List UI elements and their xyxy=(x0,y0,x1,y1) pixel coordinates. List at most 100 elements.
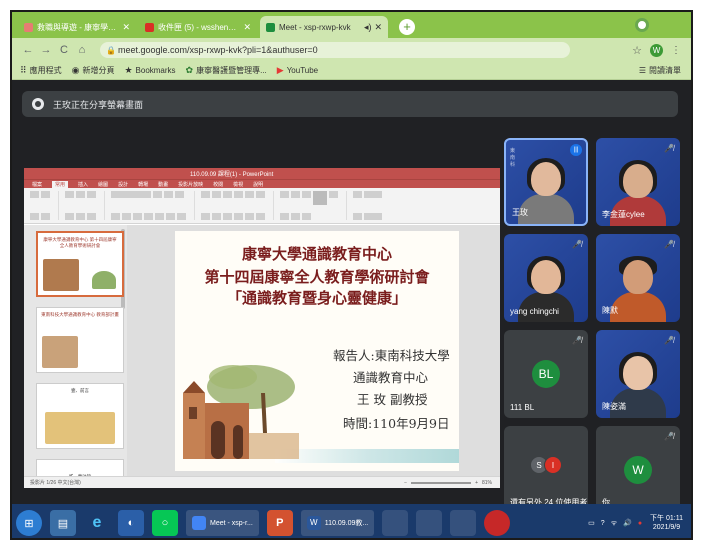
file-explorer-icon[interactable]: ▤ xyxy=(50,510,76,536)
ribbon-tab[interactable]: 檔案 xyxy=(32,181,42,188)
windows-taskbar: ⊞ ▤ e ◐ ○ Meet - xsp-r... P W 110.09.09教… xyxy=(12,504,691,538)
ribbon-tab[interactable]: 投影片放映 xyxy=(178,181,203,188)
participant-tile[interactable]: 🎤̸ 陳姿滿 xyxy=(596,330,680,418)
ribbon-tab[interactable]: 說明 xyxy=(253,181,263,188)
speaking-indicator-icon: ||| xyxy=(570,144,582,156)
thumbnail-image xyxy=(43,259,79,291)
forward-icon[interactable]: → xyxy=(38,44,54,56)
home-icon[interactable]: ⌂ xyxy=(74,44,90,56)
apps-icon: ⠿ xyxy=(20,65,27,75)
taskbar-app-icon[interactable] xyxy=(382,510,409,536)
close-icon[interactable]: ✕ xyxy=(374,22,382,33)
browser-tab[interactable]: 收件匣 (5) - wsshen@gukn.edu... ✕ xyxy=(139,16,257,38)
menu-icon[interactable]: ⋮ xyxy=(671,45,681,56)
browser-tab[interactable]: 救職與導遊 - 康寧學校附屬法人 / 入... ✕ xyxy=(18,16,136,38)
ppt-ribbon-tabs: 檔案 常用 插入 繪圖 設計 轉場 動畫 投影片放映 校閱 檢視 說明 xyxy=(24,179,500,188)
reading-list[interactable]: ☰ 閱讀清單 xyxy=(639,65,681,76)
slide-thumbnails: 康寧大學通識教育中心 第十四屆康寧全人教育學術研討會 東南科技大學通識教育中心 … xyxy=(24,225,127,488)
taskbar-window-chrome[interactable]: Meet - xsp-r... xyxy=(186,510,259,536)
new-tab-button[interactable]: + xyxy=(399,19,415,35)
ribbon-tab[interactable]: 設計 xyxy=(118,181,128,188)
ribbon-tab[interactable]: 常用 xyxy=(52,180,69,188)
bookmark-label: 新增分頁 xyxy=(82,66,115,75)
taskbar-app-icon[interactable] xyxy=(416,510,443,536)
bookmark-label: YouTube xyxy=(286,66,319,75)
slide-title-line: 「通識教育暨身心靈健康」 xyxy=(226,289,407,307)
help-icon[interactable]: ? xyxy=(601,520,605,527)
thumbnail-text: 東南科技大學通識教育中心 教育部計畫 xyxy=(41,312,119,317)
browser-tab-active[interactable]: Meet - xsp-rxwp-kvk ◂) ✕ xyxy=(260,16,388,38)
more-participants-tile[interactable]: S I 還有另外 24 位使用者 xyxy=(504,426,588,514)
volume-icon[interactable]: 🔊 xyxy=(623,519,632,527)
zoom-out-icon[interactable]: − xyxy=(404,480,407,486)
speaker-icon[interactable]: ◂) xyxy=(364,22,372,33)
ribbon-tab[interactable]: 檢視 xyxy=(233,181,243,188)
current-slide[interactable]: 康寧大學通識教育中心 第十四屆康寧全人教育學術研討會 「通識教育暨身心靈健康」 … xyxy=(175,231,459,471)
mic-muted-icon: 🎤̸ xyxy=(664,240,674,249)
chrome-icon xyxy=(192,516,206,530)
zoom-in-icon[interactable]: + xyxy=(475,480,478,486)
ribbon-tab[interactable]: 繪圖 xyxy=(98,181,108,188)
bookmark-newtab[interactable]: ◉ 新增分頁 xyxy=(72,65,115,76)
participant-avatar: BL xyxy=(532,360,560,388)
speaker-line: 通識教育中心 xyxy=(353,370,429,385)
slide-thumbnail[interactable]: 東南科技大學通識教育中心 教育部計畫 xyxy=(36,307,124,373)
ribbon-tab[interactable]: 插入 xyxy=(78,181,88,188)
media-icon[interactable]: ◐ xyxy=(118,510,144,536)
close-icon[interactable]: ✕ xyxy=(243,22,251,33)
word-icon: W xyxy=(306,516,321,530)
ppt-status-bar: 投影片 1/26 中文(台灣) − + 81% xyxy=(24,476,500,488)
participant-tile[interactable]: 東南科 ||| 王玫 xyxy=(504,138,588,226)
back-icon[interactable]: ← xyxy=(20,44,36,56)
powerpoint-icon[interactable]: P xyxy=(266,510,293,536)
address-bar[interactable]: 🔒 meet.google.com/xsp-rxwp-kvk?pli=1&aut… xyxy=(100,42,570,58)
bookmark-apps[interactable]: ⠿ 應用程式 xyxy=(20,65,62,76)
ribbon-group-font xyxy=(111,191,195,220)
bookmarks-bar: ⠿ 應用程式 ◉ 新增分頁 ★ Bookmarks ✿ 康寧醫護暨管理專... ▶ You… xyxy=(12,62,691,80)
ribbon-tab[interactable]: 校閱 xyxy=(213,181,223,188)
keyboard-icon[interactable]: ▭ xyxy=(588,519,595,527)
slide-editor: 康寧大學通識教育中心 第十四屆康寧全人教育學術研討會 「通識教育暨身心靈健康」 … xyxy=(127,225,500,476)
presenting-text: 王玫正在分享螢幕畫面 xyxy=(53,99,144,110)
close-icon[interactable]: ✕ xyxy=(122,22,130,33)
thumbnail-text: 壹、前言 xyxy=(71,388,89,393)
zoom-slider[interactable] xyxy=(411,481,472,484)
bookmark-label: 應用程式 xyxy=(29,66,62,75)
ribbon-tab[interactable]: 動畫 xyxy=(158,181,168,188)
ribbon-tab[interactable]: 轉場 xyxy=(138,181,148,188)
ribbon-group-slides xyxy=(65,191,105,220)
taskbar-window-label: 110.09.09教... xyxy=(324,520,369,527)
reload-icon[interactable]: C xyxy=(56,44,72,56)
slide-thumbnail[interactable]: 壹、前言 xyxy=(36,383,124,449)
thumbnail-text: 康寧大學通識教育中心 第十四屆康寧全人教育學術研討會 xyxy=(43,237,117,248)
taskbar-window-word[interactable]: W 110.09.09教... xyxy=(300,510,375,536)
zoom-control[interactable]: − + 81% xyxy=(404,480,492,486)
building-illustration xyxy=(183,365,299,459)
participant-tile[interactable]: 🎤̸ BL 111 BL xyxy=(504,330,588,418)
participant-name: 陳默 xyxy=(602,306,618,315)
bookmark-school[interactable]: ✿ 康寧醫護暨管理專... xyxy=(186,65,267,76)
self-tile[interactable]: 🎤̸ W 你 xyxy=(596,426,680,514)
participant-tile[interactable]: 🎤̸ 陳默 xyxy=(596,234,680,322)
bookmark-bookmarks[interactable]: ★ Bookmarks xyxy=(124,65,175,76)
clock[interactable]: 下午 01:11 2021/9/9 xyxy=(650,514,683,532)
network-icon[interactable]: ᯤ xyxy=(611,519,617,528)
taskbar-app-icon[interactable] xyxy=(450,510,477,536)
profile-avatar[interactable]: W xyxy=(650,43,663,57)
antivirus-icon[interactable]: ● xyxy=(638,520,642,527)
end-call-icon[interactable] xyxy=(484,510,511,536)
youtube-icon: ▶ xyxy=(276,65,284,75)
ie-icon[interactable]: e xyxy=(84,510,110,536)
start-button[interactable]: ⊞ xyxy=(16,510,42,536)
system-tray: ▭ ? ᯤ 🔊 ● 下午 01:11 2021/9/9 xyxy=(582,514,691,532)
bookmark-label: 康寧醫護暨管理專... xyxy=(196,66,267,75)
bookmark-youtube[interactable]: ▶ YouTube xyxy=(277,65,318,76)
ppt-title: 110.09.09 課程(1) - PowerPoint xyxy=(190,172,274,178)
participant-tile[interactable]: 🎤̸ 李金蓮cylee xyxy=(596,138,680,226)
participant-tile[interactable]: 🎤̸ yang chingchi xyxy=(504,234,588,322)
line-icon[interactable]: ○ xyxy=(152,510,178,536)
thumbnail-image xyxy=(45,412,115,444)
slide-thumbnail[interactable]: 康寧大學通識教育中心 第十四屆康寧全人教育學術研討會 xyxy=(36,231,124,297)
speaker-line: 時間:110年9月9日 xyxy=(343,416,450,431)
bookmark-star-icon[interactable]: ☆ xyxy=(632,44,642,57)
